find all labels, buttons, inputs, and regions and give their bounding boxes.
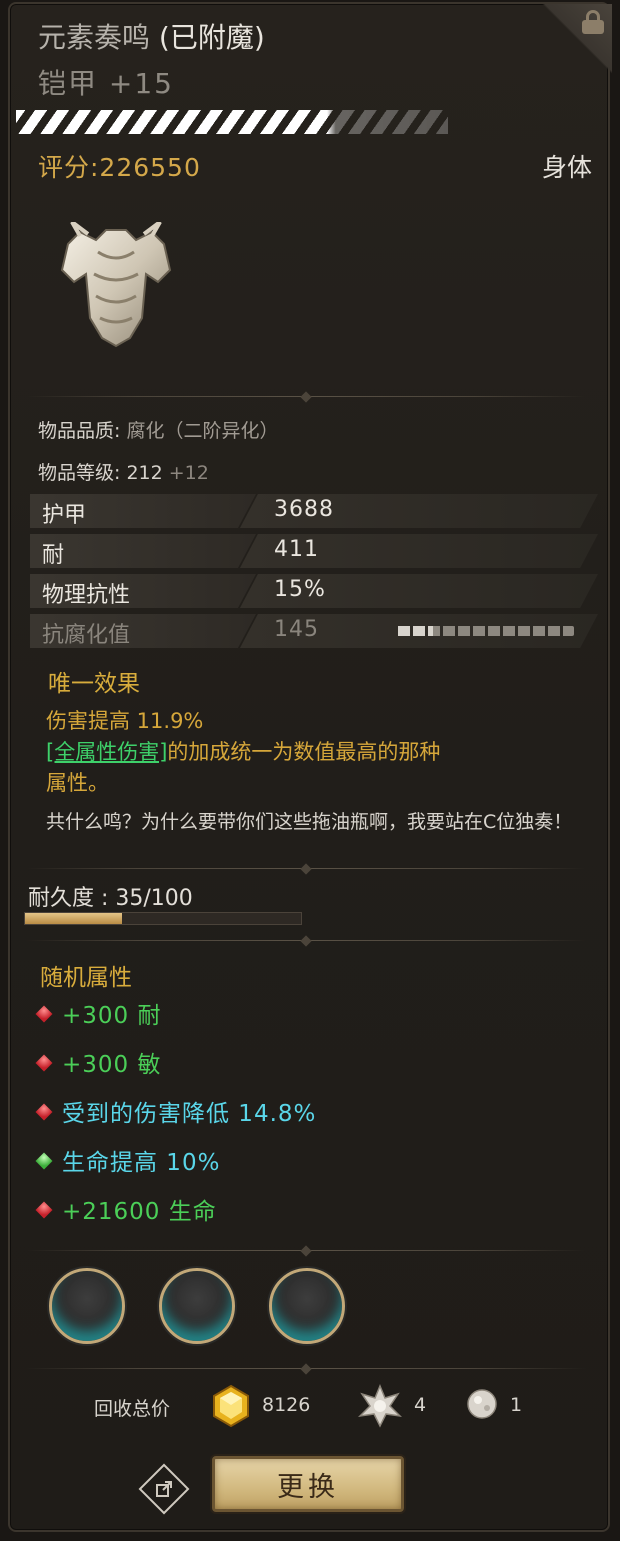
all-attribute-damage-link[interactable]: [全属性伤害] — [46, 740, 167, 764]
stat-value: 145 — [274, 617, 319, 642]
stat-row-armor: 护甲 3688 — [30, 494, 598, 528]
red-gem-icon — [35, 1054, 53, 1072]
stat-value: 15% — [274, 577, 326, 602]
section-divider — [26, 864, 586, 874]
section-divider — [26, 392, 586, 402]
item-name: 元素奏鸣 — [38, 21, 151, 54]
red-gem-icon — [35, 1005, 53, 1023]
unique-effect-line3: 属性。 — [46, 771, 109, 795]
stat-row-physical-resist: 物理抗性 15% — [30, 574, 598, 608]
item-score: 评分:226550 — [38, 153, 201, 182]
armor-icon — [60, 222, 172, 348]
green-gem-icon — [35, 1152, 53, 1170]
random-attr-text: 生命提高 10% — [62, 1150, 221, 1176]
item-type: 铠甲 +15 — [38, 67, 174, 100]
stat-value: 411 — [274, 537, 319, 562]
random-attr-line: 受到的伤害降低 14.8% — [35, 1094, 317, 1128]
section-divider — [26, 1364, 586, 1374]
level-label: 物品等级: — [38, 462, 127, 484]
level-bonus: +12 — [162, 462, 209, 484]
stat-name: 抗腐化值 — [42, 623, 131, 648]
durability-label: 耐久度 : 35/100 — [28, 886, 193, 911]
random-attr-line: +300 敏 — [35, 1045, 162, 1079]
stat-row-stamina: 耐 411 — [30, 534, 598, 568]
lore-text: 共什么鸣？为什么要带你们这些拖油瓶啊，我要站在C位独奏！ — [46, 811, 573, 833]
random-attr-line: 生命提高 10% — [35, 1143, 221, 1177]
red-gem-icon — [35, 1103, 53, 1121]
random-attr-line: +21600 生命 — [35, 1192, 217, 1226]
unique-effect-text: 的加成统一为数值最高的那种 — [167, 740, 441, 764]
random-attr-text: +300 耐 — [62, 1003, 162, 1029]
enchant-suffix: (已附魔) — [150, 21, 265, 54]
random-attr-text: 受到的伤害降低 14.8% — [62, 1101, 317, 1127]
enhance-progress-stripes — [16, 110, 448, 134]
durability-bar — [24, 912, 302, 925]
share-icon — [156, 1481, 172, 1497]
random-attr-text: +21600 生命 — [62, 1199, 217, 1225]
random-attr-text: +300 敏 — [62, 1052, 162, 1078]
gem-socket-3[interactable] — [269, 1268, 345, 1344]
gem-socket-2[interactable] — [159, 1268, 235, 1344]
unique-effect-line2: [全属性伤害]的加成统一为数值最高的那种 — [46, 737, 440, 768]
quality-label: 物品品质: — [38, 420, 127, 442]
stat-name: 耐 — [42, 543, 65, 568]
random-attr-line: +300 耐 — [35, 996, 162, 1030]
item-title: 元素奏鸣 (已附魔) — [38, 16, 265, 56]
shard-b-value: 1 — [510, 1394, 523, 1416]
gold-crystal-icon — [213, 1384, 249, 1428]
red-gem-icon — [35, 1201, 53, 1219]
corrupt-shard-icon — [358, 1384, 402, 1428]
item-quality: 物品品质: 腐化（二阶异化） — [38, 416, 278, 443]
corruption-bar — [398, 626, 574, 636]
gem-socket-1[interactable] — [49, 1268, 125, 1344]
unique-effect-line1: 伤害提高 11.9% — [46, 709, 204, 733]
random-attributes-heading: 随机属性 — [40, 965, 132, 991]
section-divider — [26, 1246, 586, 1256]
crystal-shard-icon — [467, 1389, 497, 1419]
gold-value: 8126 — [262, 1394, 311, 1416]
stat-name: 物理抗性 — [42, 583, 131, 608]
stat-value: 3688 — [274, 497, 334, 522]
swap-button[interactable]: 更换 — [212, 1456, 404, 1512]
shard-a-value: 4 — [414, 1394, 427, 1416]
item-level: 物品等级: 212 +12 — [38, 458, 209, 485]
equip-slot: 身体 — [541, 153, 592, 182]
lock-icon[interactable] — [582, 10, 604, 34]
level-value: 212 — [126, 462, 163, 484]
quality-value: 腐化（二阶异化） — [126, 420, 279, 442]
unique-effect-heading: 唯一效果 — [48, 671, 140, 697]
stat-name: 护甲 — [42, 503, 87, 528]
recycle-total-label: 回收总价 — [94, 1398, 171, 1420]
section-divider — [26, 936, 586, 946]
